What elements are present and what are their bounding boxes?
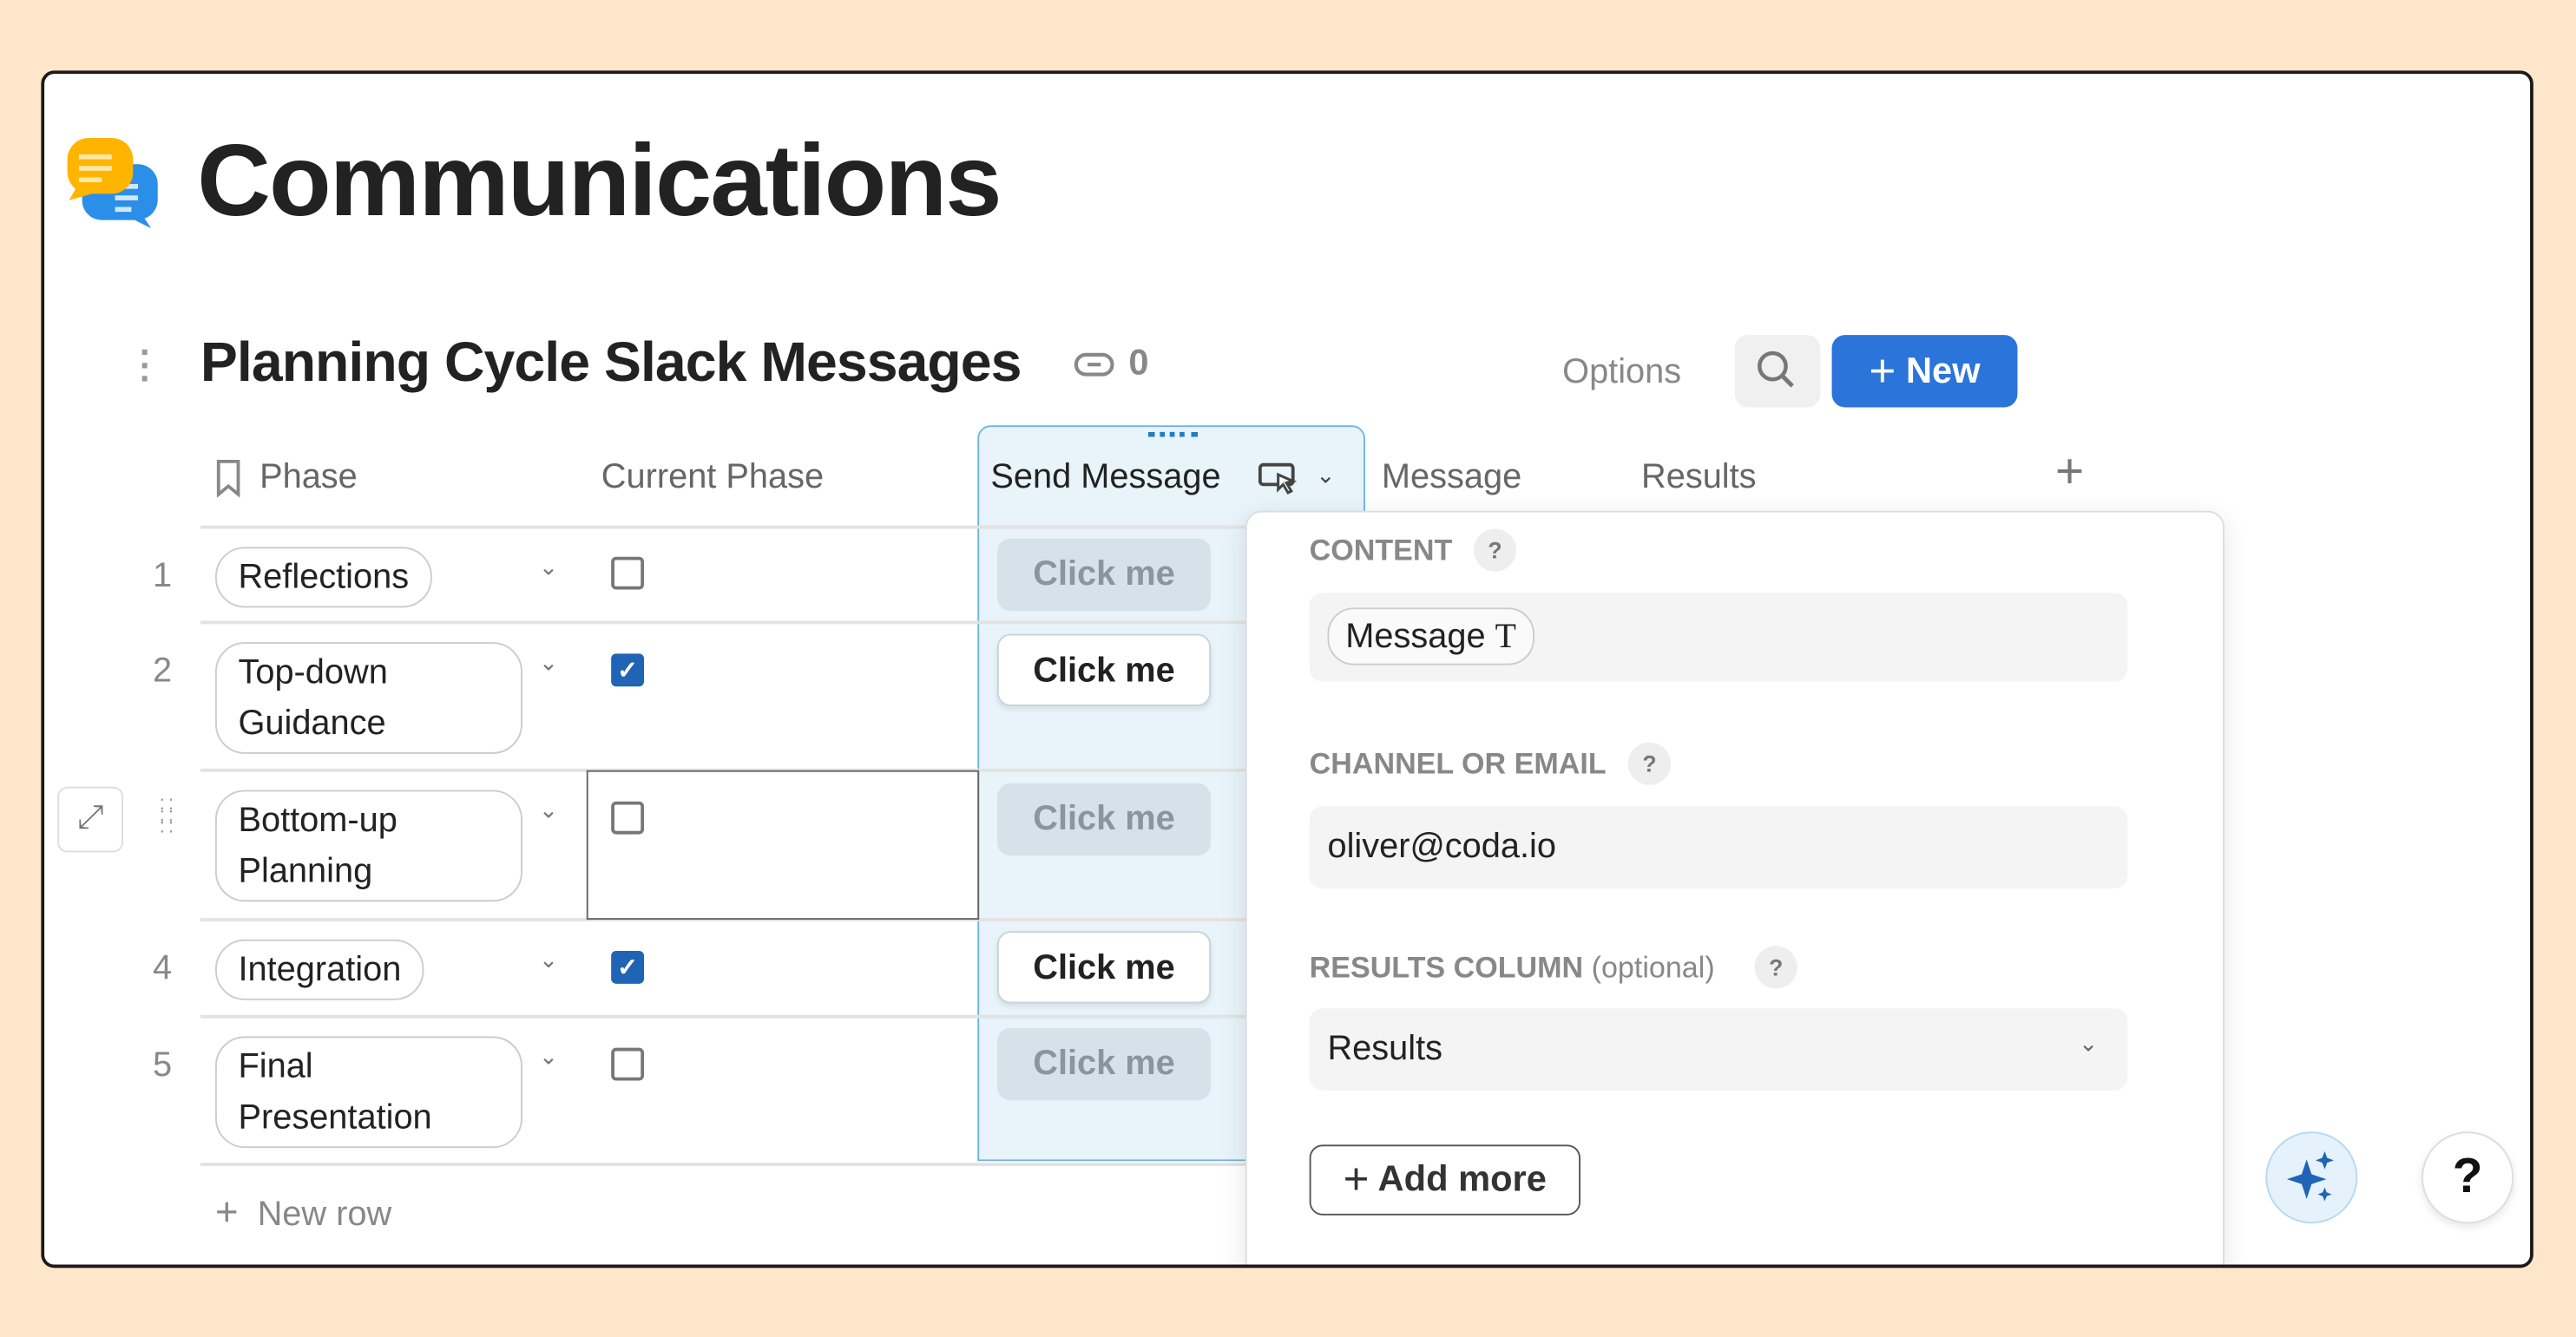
help-button[interactable]: ?: [2422, 1131, 2514, 1224]
message-chip[interactable]: Message T: [1327, 607, 1534, 665]
chat-bubbles-icon: [67, 138, 158, 229]
button-column-icon: [1258, 462, 1298, 495]
button-config-popover: CONTENT ? Message T CHANNEL OR EMAIL ? o…: [1245, 510, 2224, 1265]
search-button[interactable]: [1734, 335, 1821, 408]
sparkles-icon: [2286, 1150, 2334, 1202]
add-more-button[interactable]: + Add more: [1309, 1144, 1580, 1216]
text-type-icon: T: [1495, 615, 1516, 656]
row-divider: [200, 1163, 1252, 1166]
phase-pill[interactable]: Bottom-up Planning: [214, 790, 522, 902]
phase-pill[interactable]: Top-down Guidance: [214, 642, 522, 754]
click-me-button[interactable]: Click me: [996, 783, 1212, 856]
phase-pill[interactable]: Reflections: [214, 547, 432, 608]
expand-row-icon[interactable]: ⤢: [57, 786, 123, 853]
chevron-down-icon[interactable]: ⌄: [539, 554, 558, 581]
help-icon[interactable]: ?: [1627, 742, 1672, 785]
current-phase-checkbox[interactable]: [611, 556, 645, 590]
current-phase-checkbox[interactable]: [611, 1047, 645, 1081]
current-phase-checkbox[interactable]: [611, 801, 645, 835]
results-select-value: Results: [1327, 1029, 1443, 1068]
content-field[interactable]: Message T: [1309, 593, 2128, 682]
results-column-select[interactable]: Results ⌄: [1309, 1008, 2128, 1091]
row-number: 2: [153, 652, 173, 691]
row-number: 1: [153, 556, 173, 595]
chevron-down-icon[interactable]: ⌄: [539, 796, 558, 824]
table-title[interactable]: Planning Cycle Slack Messages: [200, 331, 1022, 396]
table-menu-icon[interactable]: · · ·: [140, 334, 152, 397]
ai-assistant-button[interactable]: [2265, 1131, 2358, 1224]
optional-label: (optional): [1591, 950, 1715, 984]
phase-pill[interactable]: Integration: [214, 939, 424, 1000]
add-more-label: Add more: [1377, 1157, 1547, 1199]
chevron-down-icon: ⌄: [2079, 1029, 2099, 1057]
click-me-button[interactable]: Click me: [996, 1027, 1212, 1101]
link-icon[interactable]: [1073, 350, 1119, 379]
results-column-label-text: RESULTS COLUMN: [1309, 950, 1584, 984]
row-number: 5: [153, 1045, 173, 1085]
message-chip-label: Message: [1345, 617, 1486, 656]
help-icon[interactable]: ?: [1473, 528, 1517, 572]
row-divider: [200, 525, 1252, 529]
drag-handle-icon[interactable]: ::::::: [160, 793, 177, 836]
channel-label: CHANNEL OR EMAIL: [1309, 747, 1607, 781]
new-row-label: New row: [257, 1196, 392, 1234]
current-phase-checkbox[interactable]: ✓: [611, 950, 645, 984]
content-label: CONTENT: [1309, 534, 1453, 567]
current-phase-checkbox[interactable]: ✓: [611, 653, 645, 687]
link-count: 0: [1128, 341, 1149, 383]
column-header-results[interactable]: Results: [1641, 458, 1757, 497]
plus-icon: +: [214, 1190, 239, 1235]
phase-pill[interactable]: Final Presentation: [214, 1036, 522, 1149]
help-icon[interactable]: ?: [1754, 946, 1797, 989]
plus-icon: +: [1869, 344, 1896, 397]
click-me-button[interactable]: Click me: [996, 538, 1212, 612]
channel-email-input[interactable]: oliver@coda.io: [1309, 806, 2128, 889]
selected-cell[interactable]: [586, 770, 980, 921]
chevron-down-icon[interactable]: ⌄: [539, 649, 558, 677]
chevron-down-icon[interactable]: ⌄: [1316, 462, 1335, 489]
results-column-label: RESULTS COLUMN (optional): [1310, 951, 1715, 986]
new-button[interactable]: + New: [1831, 335, 2018, 408]
column-header-current-phase[interactable]: Current Phase: [601, 458, 824, 497]
page-title: Communications: [197, 124, 1002, 239]
search-icon: [1758, 351, 1794, 388]
click-me-button[interactable]: Click me: [996, 633, 1212, 706]
column-header-send-message[interactable]: Send Message: [990, 458, 1220, 497]
bookmark-icon: [216, 460, 240, 498]
new-row-button[interactable]: + New row: [215, 1190, 391, 1236]
column-drag-handle[interactable]: [1148, 431, 1198, 442]
row-divider: [200, 1014, 1252, 1019]
row-divider: [200, 620, 1252, 625]
chevron-down-icon[interactable]: ⌄: [539, 1043, 558, 1071]
chevron-down-icon[interactable]: ⌄: [539, 946, 558, 973]
column-header-phase[interactable]: Phase: [260, 458, 358, 497]
click-me-button[interactable]: Click me: [996, 931, 1212, 1004]
column-header-message[interactable]: Message: [1382, 458, 1521, 497]
options-button[interactable]: Options: [1562, 353, 1681, 392]
doc-page: Communications · · · Planning Cycle Slack …: [41, 70, 2533, 1268]
new-label: New: [1905, 350, 1981, 391]
plus-icon: +: [1343, 1154, 1370, 1204]
add-column-icon[interactable]: +: [2055, 445, 2084, 501]
row-number: 4: [153, 949, 173, 987]
